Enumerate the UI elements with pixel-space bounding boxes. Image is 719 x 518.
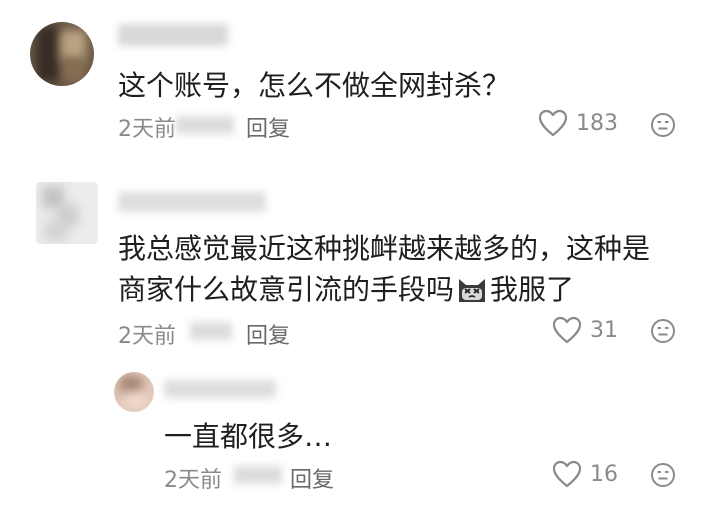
comment-text: 一直都很多… bbox=[164, 420, 333, 453]
username[interactable] bbox=[118, 192, 266, 212]
comment-meta: 2天前 bbox=[118, 318, 176, 350]
comment-thread: 这个账号，怎么不做全网封杀？ 2天前 回复 183 我总感觉最近这种挑衅越来越多… bbox=[0, 0, 719, 518]
comment-meta: 2天前 bbox=[118, 111, 176, 143]
username[interactable] bbox=[164, 380, 276, 398]
like-button[interactable]: 31 bbox=[552, 316, 618, 344]
like-button[interactable]: 16 bbox=[552, 460, 618, 488]
comment-text-line2: 商家什么故意引流的手段吗 我服了 bbox=[118, 266, 574, 314]
heart-icon bbox=[538, 109, 568, 137]
comment-text-part: 我服了 bbox=[490, 273, 575, 306]
location-tag bbox=[190, 322, 232, 340]
heart-icon bbox=[552, 460, 582, 488]
avatar[interactable] bbox=[36, 182, 98, 244]
avatar[interactable] bbox=[30, 22, 94, 86]
comment-time: 2天前 bbox=[118, 324, 176, 349]
reply-label: 回复 bbox=[246, 117, 291, 142]
comment-text: 这个账号，怎么不做全网封杀？ bbox=[118, 69, 511, 102]
reply-label: 回复 bbox=[290, 468, 335, 493]
reply-button[interactable]: 回复 bbox=[246, 318, 290, 350]
location-tag bbox=[176, 116, 234, 134]
heart-icon bbox=[552, 316, 582, 344]
like-button[interactable]: 183 bbox=[538, 109, 618, 137]
like-count: 31 bbox=[590, 317, 618, 343]
emoji-reaction-icon[interactable] bbox=[650, 462, 676, 488]
emoji-reaction-icon[interactable] bbox=[650, 318, 676, 344]
username[interactable] bbox=[118, 24, 228, 46]
comment-time: 2天前 bbox=[118, 117, 176, 142]
comment-time: 2天前 bbox=[164, 468, 222, 493]
cat-emoji-icon bbox=[459, 279, 486, 302]
reply-label: 回复 bbox=[246, 324, 291, 349]
location-tag bbox=[234, 466, 282, 484]
avatar[interactable] bbox=[114, 372, 154, 412]
like-count: 183 bbox=[576, 110, 618, 136]
comment-text-part: 商家什么故意引流的手段吗 bbox=[118, 273, 455, 306]
reply-button[interactable]: 回复 bbox=[246, 111, 290, 143]
like-count: 16 bbox=[590, 461, 618, 487]
emoji-reaction-icon[interactable] bbox=[650, 112, 676, 138]
reply-button[interactable]: 回复 bbox=[290, 462, 334, 494]
comment-meta: 2天前 bbox=[164, 462, 222, 494]
